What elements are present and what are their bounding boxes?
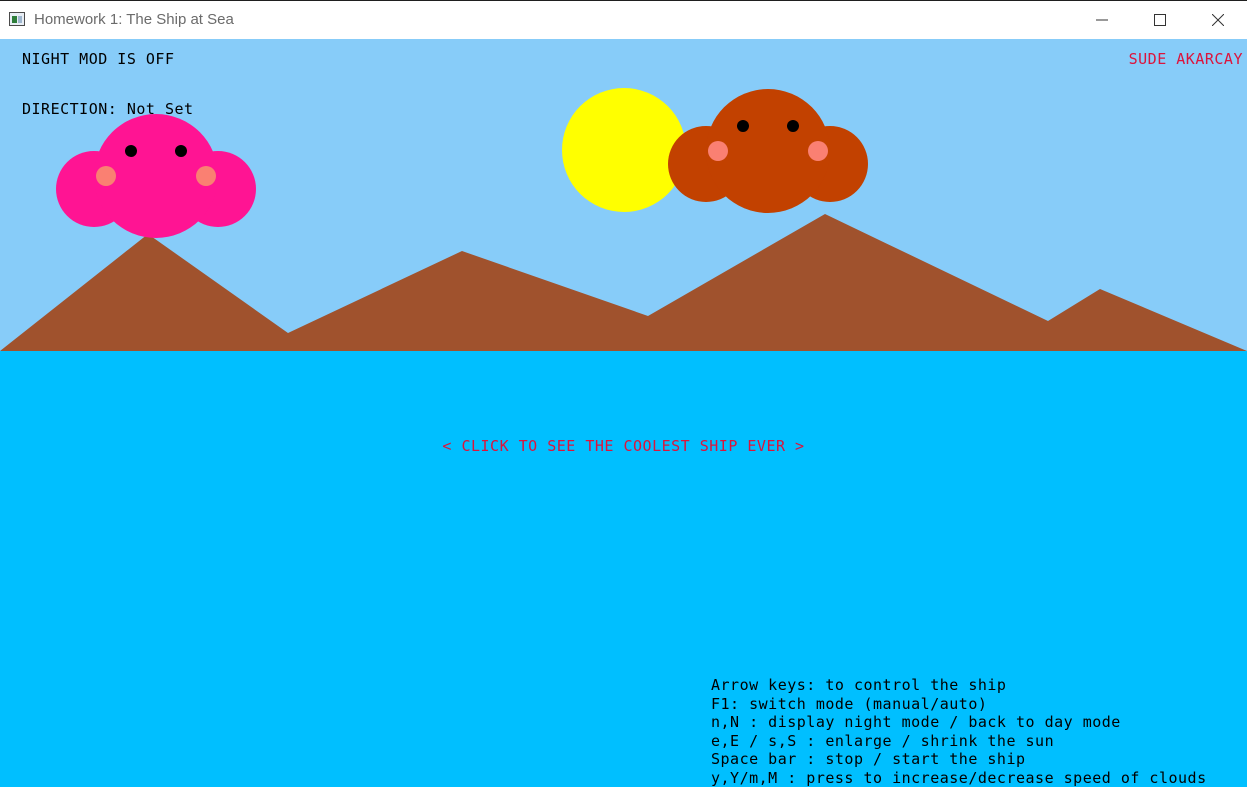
direction-status: DIRECTION: Not Set (22, 100, 194, 118)
close-button[interactable] (1189, 1, 1247, 39)
eye-right (787, 120, 799, 132)
night-mode-status: NIGHT MOD IS OFF (22, 50, 175, 68)
cheek-right (808, 141, 828, 161)
help-line: n,N : display night mode / back to day m… (711, 713, 1121, 731)
help-line: F1: switch mode (manual/auto) (711, 694, 988, 713)
window-title: Homework 1: The Ship at Sea (34, 11, 234, 28)
help-line: y,Y/m,M : press to increase/decrease spe… (711, 768, 1207, 787)
maximize-icon (1154, 14, 1166, 26)
app-window: Homework 1: The Ship at Sea NIGHT MOD IS… (0, 0, 1247, 787)
eye-right (175, 145, 187, 157)
help-line: Arrow keys: to control the ship (711, 676, 1007, 694)
cheek-left (96, 166, 116, 186)
title-bar[interactable]: Homework 1: The Ship at Sea (0, 0, 1247, 39)
minimize-icon (1096, 19, 1108, 21)
direction-value: Not Set (126, 100, 194, 118)
direction-label: DIRECTION: (22, 100, 118, 118)
app-window-icon (9, 12, 25, 26)
author-name: SUDE AKARCAY (1128, 50, 1243, 68)
help-instructions: Arrow keys: to control the ship F1: swit… (711, 676, 1207, 787)
maximize-button[interactable] (1131, 1, 1189, 39)
eye-left (125, 145, 137, 157)
cheek-right (196, 166, 216, 186)
cheek-left (708, 141, 728, 161)
scene-canvas[interactable]: NIGHT MOD IS OFF DIRECTION: Not Set SUDE… (0, 39, 1247, 787)
eye-left (737, 120, 749, 132)
help-line: Space bar : stop / start the ship (711, 750, 1026, 768)
close-icon (1212, 14, 1224, 26)
click-prompt[interactable]: < CLICK TO SEE THE COOLEST SHIP EVER > (0, 437, 1247, 455)
minimize-button[interactable] (1073, 1, 1131, 39)
sun (562, 88, 686, 212)
help-line: e,E / s,S : enlarge / shrink the sun (711, 731, 1055, 750)
scene-drawing (0, 39, 1247, 787)
